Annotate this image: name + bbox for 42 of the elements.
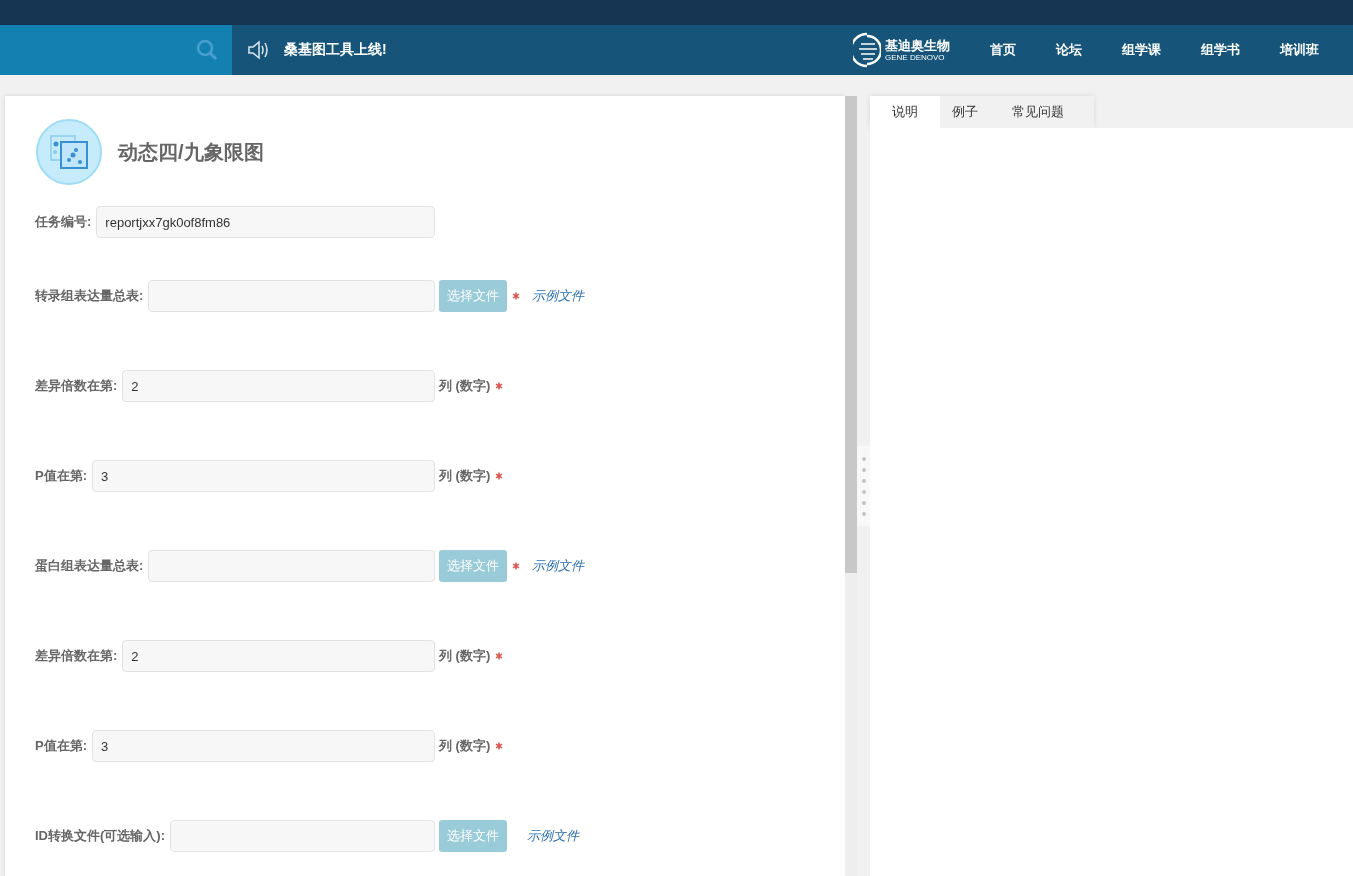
field-label: P值在第: [35,737,87,755]
help-tab[interactable]: 例子 [940,96,990,128]
unit-label: 列 (数字) [439,647,491,665]
tool-title: 动态四/九象限图 [118,139,264,165]
task-id-field[interactable]: reportjxx7gk0of8fm86 [96,206,435,238]
nav-link[interactable]: 论坛 [1036,41,1102,59]
file-path-field[interactable] [170,820,435,852]
example-file-link[interactable]: 示例文件 [527,827,579,845]
field-label: ID转换文件(可选输入): [35,827,165,845]
number-field[interactable]: 2 [122,640,435,672]
announcement-text[interactable]: 桑基图工具上线! [284,41,387,59]
speaker-icon [247,40,269,60]
unit-label: 列 (数字) [439,737,491,755]
splitter-handle[interactable] [857,446,870,526]
nav-link[interactable]: 培训班 [1260,41,1339,59]
help-tab[interactable]: 说明 [870,96,940,128]
scroll-thumb[interactable] [845,96,857,573]
example-file-link[interactable]: 示例文件 [532,287,584,305]
number-field[interactable]: 3 [92,460,435,492]
field-label: 任务编号: [35,213,92,231]
field-label: 差异倍数在第: [35,377,118,395]
search-icon [196,39,218,61]
nav-link[interactable]: 首页 [970,41,1036,59]
field-label: 差异倍数在第: [35,647,118,665]
logo-name: 基迪奥生物 [885,38,950,52]
field-label: 转录组表达量总表: [35,287,144,305]
example-file-link[interactable]: 示例文件 [532,557,584,575]
logo-icon [853,32,881,68]
unit-label: 列 (数字) [439,377,491,395]
number-field[interactable]: 3 [92,730,435,762]
unit-label: 列 (数字) [439,467,491,485]
number-field[interactable]: 2 [122,370,435,402]
help-tab[interactable]: 常见问题 [990,96,1086,128]
search-field[interactable] [0,25,232,75]
file-path-field[interactable] [148,550,435,582]
field-label: 蛋白组表达量总表: [35,557,144,575]
nav-link[interactable]: 组学课 [1102,41,1181,59]
file-path-field[interactable] [148,280,435,312]
scatter-plot-icon [35,118,103,186]
field-label: P值在第: [35,467,87,485]
logo-subtitle: GENE DENOVO [885,53,946,62]
nav-link[interactable]: 组学书 [1181,41,1260,59]
